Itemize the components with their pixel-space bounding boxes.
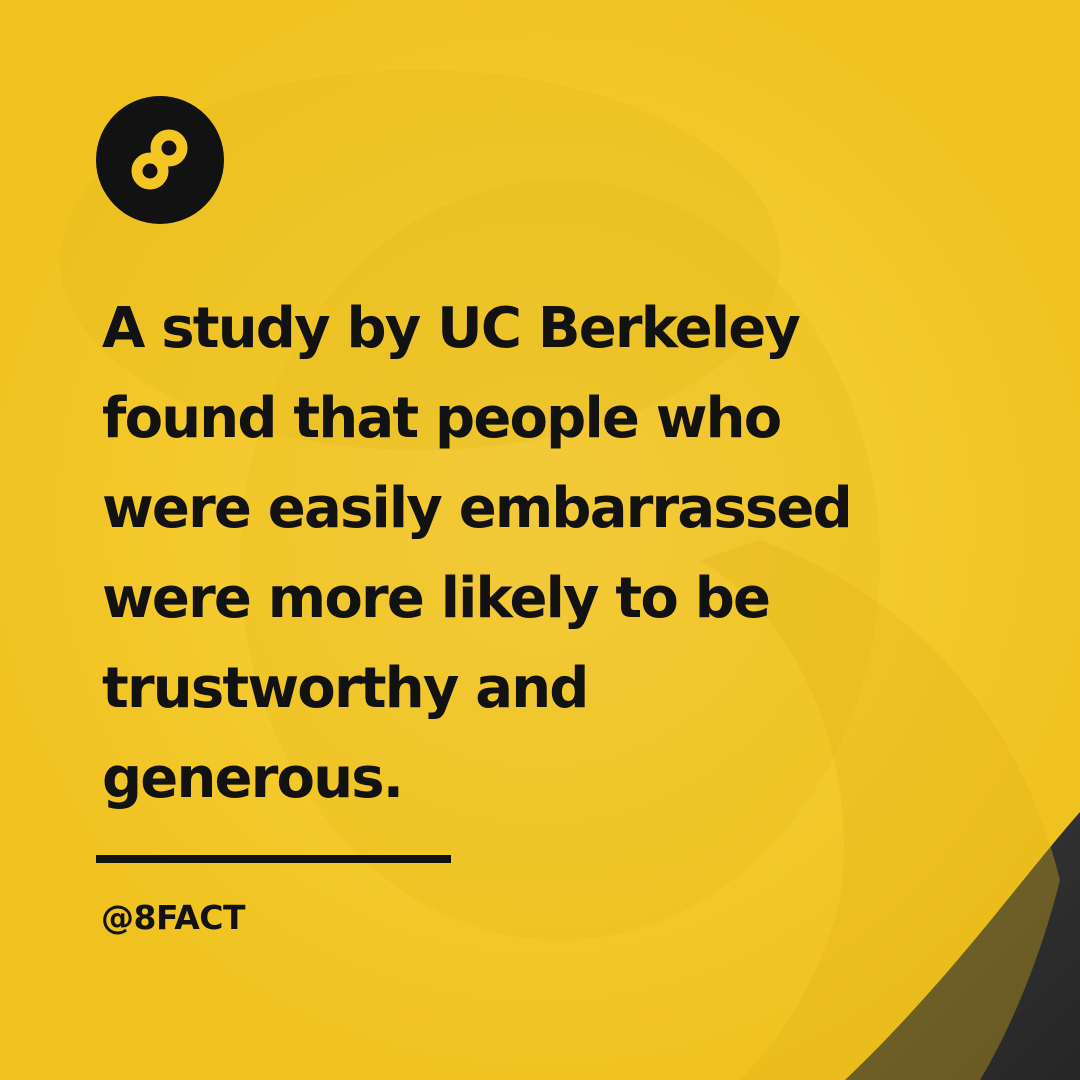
brand-logo [96, 96, 224, 224]
account-handle: @8FACT [101, 898, 246, 937]
infinity-eight-icon [131, 129, 188, 190]
fact-card: A study by UC Berkeley found that people… [0, 0, 1080, 1080]
fact-headline: A study by UC Berkeley found that people… [102, 296, 853, 811]
divider [96, 855, 451, 863]
